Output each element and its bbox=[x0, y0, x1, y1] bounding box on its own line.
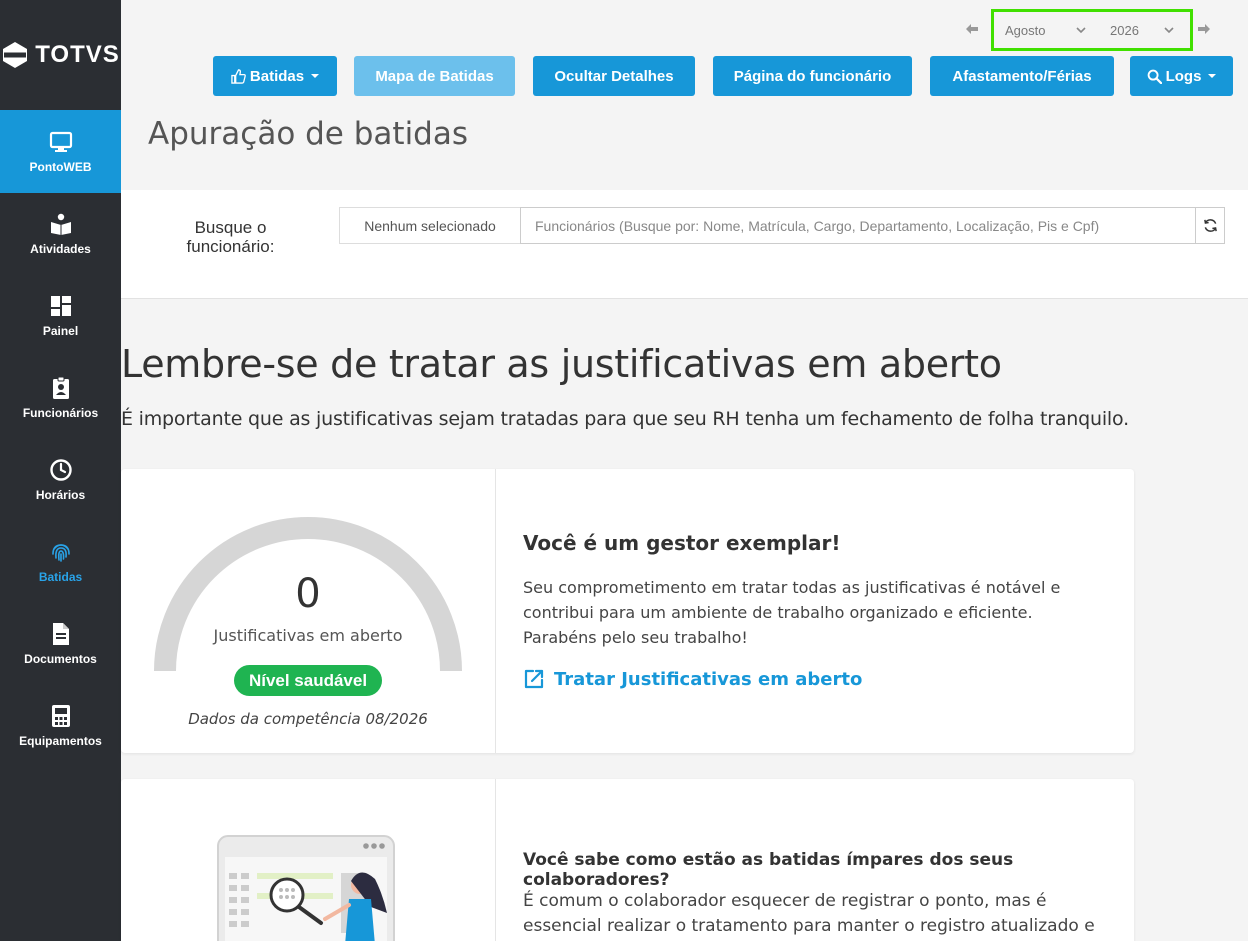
employee-search-panel: Busque o funcionário: Nenhum selecionado bbox=[121, 190, 1248, 299]
month-value: Agosto bbox=[1005, 22, 1046, 38]
employee-search-input[interactable] bbox=[520, 207, 1196, 244]
batidas-button-label: Batidas bbox=[249, 67, 305, 85]
card-body: É comum o colaborador esquecer de regist… bbox=[523, 891, 1095, 936]
sidebar-item-label: Atividades bbox=[30, 242, 91, 256]
batidas-button[interactable]: Batidas bbox=[213, 56, 337, 96]
page-title: Apuração de batidas bbox=[148, 116, 469, 152]
sidebar-item-painel[interactable]: Painel bbox=[0, 275, 121, 357]
device-icon bbox=[51, 705, 70, 727]
logs-button-label: Logs bbox=[1165, 67, 1202, 85]
chevron-down-icon bbox=[1076, 27, 1086, 34]
month-select[interactable]: Agosto bbox=[994, 23, 1094, 38]
pagina-funcionario-label: Página do funcionário bbox=[733, 67, 892, 85]
sidebar-item-horarios[interactable]: Horários bbox=[0, 439, 121, 521]
caret-down-icon bbox=[1208, 74, 1217, 78]
sidebar-item-label: PontoWEB bbox=[29, 159, 92, 174]
card-title: Você é um gestor exemplar! bbox=[523, 531, 841, 555]
search-label: Busque o funcionário: bbox=[186, 218, 275, 256]
chevron-down-icon bbox=[1164, 27, 1174, 34]
refresh-button[interactable] bbox=[1195, 207, 1225, 244]
search-icon bbox=[1147, 69, 1162, 84]
sidebar-item-label: Batidas bbox=[38, 570, 83, 584]
sidebar-item-equipamentos[interactable]: Equipamentos bbox=[0, 685, 121, 767]
reminder-headline: Lembre-se de tratar as justificativas em… bbox=[121, 342, 1002, 386]
sidebar-item-batidas[interactable]: Batidas bbox=[0, 521, 121, 603]
sidebar-item-label: Painel bbox=[42, 324, 79, 338]
monitor-icon bbox=[49, 131, 72, 152]
document-icon bbox=[52, 623, 69, 645]
sidebar-item-label: Equipamentos bbox=[19, 734, 102, 748]
card-title: Você sabe como estão as batidas ímpares … bbox=[523, 850, 1014, 890]
batidas-impares-card: Você sabe como estão as batidas ímpares … bbox=[121, 779, 1134, 941]
mapa-de-batidas-button[interactable]: Mapa de Batidas bbox=[354, 56, 515, 96]
afastamento-ferias-button[interactable]: Afastamento/Férias bbox=[930, 56, 1114, 96]
external-link-icon bbox=[524, 669, 544, 689]
analysis-illustration bbox=[217, 835, 395, 941]
sidebar-item-label: Funcionários bbox=[22, 406, 99, 420]
afastamento-ferias-label: Afastamento/Férias bbox=[952, 67, 1092, 85]
justificativas-card: 0 Justificativas em aberto Nível saudáve… bbox=[121, 469, 1134, 753]
thumbs-up-icon bbox=[231, 68, 246, 84]
open-justifications-label: Justificativas em aberto bbox=[213, 626, 403, 645]
brand-name: TOTVS bbox=[35, 41, 120, 68]
previous-period-arrow-icon[interactable] bbox=[965, 22, 979, 36]
ocultar-detalhes-label: Ocultar Detalhes bbox=[554, 67, 674, 85]
sidebar-item-label: Horários bbox=[35, 488, 86, 502]
card-body: Seu comprometimento em tratar todas as j… bbox=[523, 578, 1061, 647]
tratar-justificativas-link[interactable]: Tratar Justificativas em aberto bbox=[523, 668, 862, 690]
fingerprint-icon bbox=[51, 544, 70, 562]
next-period-arrow-icon[interactable] bbox=[1197, 22, 1211, 36]
reminder-subline: É importante que as justificativas sejam… bbox=[121, 408, 1129, 430]
dashboard-icon bbox=[50, 296, 71, 316]
card-divider bbox=[495, 779, 496, 941]
sidebar-item-atividades[interactable]: Atividades bbox=[0, 193, 121, 275]
refresh-icon bbox=[1203, 219, 1217, 232]
open-justifications-count: 0 bbox=[295, 571, 321, 617]
sidebar-item-funcionarios[interactable]: Funcionários bbox=[0, 357, 121, 439]
year-value: 2026 bbox=[1110, 22, 1139, 38]
logs-button[interactable]: Logs bbox=[1130, 56, 1233, 96]
sidebar-item-label: Documentos bbox=[24, 652, 97, 666]
tratar-justificativas-label: Tratar Justificativas em aberto bbox=[554, 668, 863, 690]
year-select[interactable]: 2026 bbox=[1094, 23, 1180, 38]
competence-text: Dados da competência 08/2026 bbox=[188, 710, 428, 728]
sidebar-item-documentos[interactable]: Documentos bbox=[0, 603, 121, 685]
caret-down-icon bbox=[311, 74, 320, 78]
selected-employee-box[interactable]: Nenhum selecionado bbox=[339, 207, 521, 244]
mapa-de-batidas-label: Mapa de Batidas bbox=[375, 67, 494, 85]
ocultar-detalhes-button[interactable]: Ocultar Detalhes bbox=[533, 56, 695, 96]
brand-logo[interactable]: TOTVS bbox=[0, 0, 121, 110]
totvs-logo-icon bbox=[3, 42, 28, 68]
card-divider bbox=[495, 469, 496, 753]
clock-icon bbox=[49, 459, 72, 481]
period-selector: Agosto 2026 bbox=[991, 9, 1193, 51]
status-badge: Nível saudável bbox=[234, 665, 382, 696]
sidebar: TOTVS PontoWEB Atividades Painel Funcion… bbox=[0, 0, 121, 941]
reading-icon bbox=[50, 213, 71, 235]
sidebar-item-pontoweb[interactable]: PontoWEB bbox=[0, 110, 121, 193]
pagina-funcionario-button[interactable]: Página do funcionário bbox=[713, 56, 912, 96]
badge-icon bbox=[52, 376, 69, 399]
